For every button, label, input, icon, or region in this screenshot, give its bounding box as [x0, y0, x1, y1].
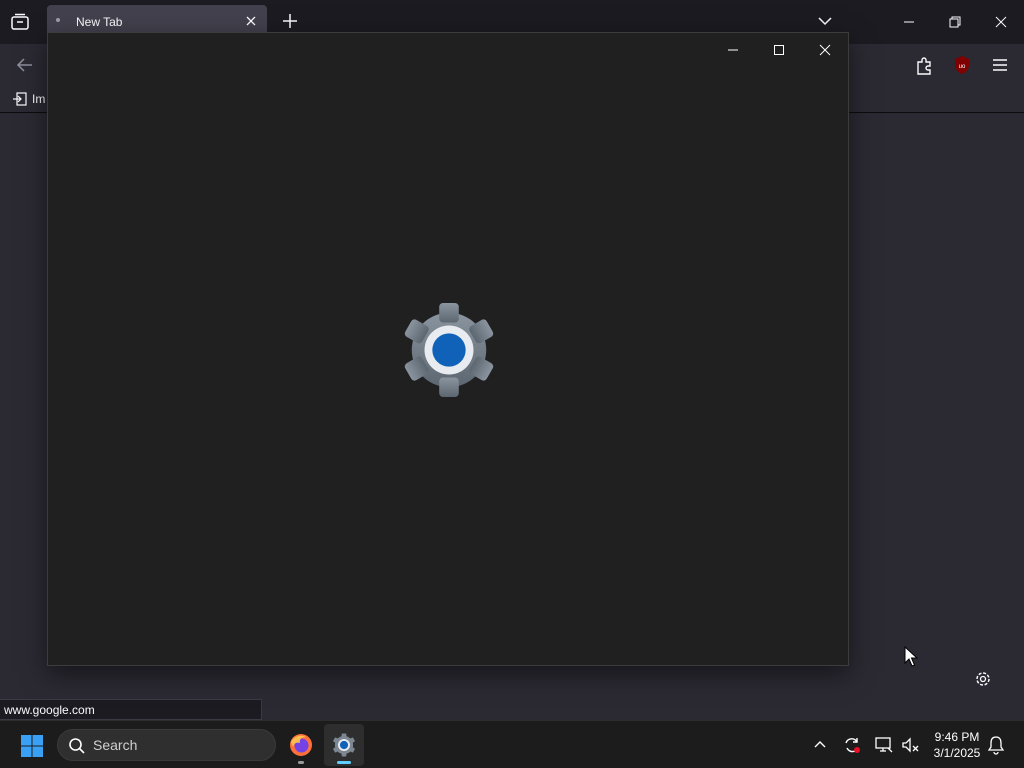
settings-active-indicator [337, 761, 351, 764]
settings-close-icon[interactable] [808, 39, 842, 61]
firefox-running-indicator [298, 761, 304, 764]
sync-update-icon[interactable] [842, 735, 862, 755]
taskbar-app-settings[interactable] [324, 724, 364, 766]
browser-restore-icon[interactable] [943, 10, 967, 34]
clock-time: 9:46 PM [934, 730, 980, 744]
settings-minimize-icon[interactable] [716, 39, 750, 61]
show-hidden-icons-chevron-icon[interactable] [811, 736, 829, 754]
taskbar-app-firefox[interactable] [281, 724, 321, 766]
clock-date: 3/1/2025 [933, 746, 981, 760]
search-label: Search [93, 737, 138, 753]
tab-favicon-icon [56, 18, 60, 22]
browser-close-icon[interactable] [989, 10, 1013, 34]
taskbar-search-box[interactable]: Search [57, 729, 276, 761]
back-arrow-icon[interactable] [14, 54, 36, 76]
firefox-icon [290, 734, 312, 756]
svg-text:uo: uo [959, 64, 966, 70]
tab-close-icon[interactable] [243, 13, 259, 29]
search-icon [69, 738, 85, 754]
notification-bell-icon[interactable] [987, 735, 1005, 755]
import-bookmarks-label[interactable]: Im [32, 92, 46, 106]
system-clock[interactable]: 9:46 PM 3/1/2025 [926, 729, 988, 761]
settings-gear-icon [404, 302, 494, 398]
settings-icon [333, 733, 355, 757]
windows-start-icon[interactable] [20, 734, 44, 758]
tab-title: New Tab [76, 15, 123, 29]
tab-list-icon[interactable] [9, 12, 31, 32]
settings-app-window [47, 32, 849, 666]
mouse-cursor-icon [904, 646, 918, 667]
extensions-puzzle-icon[interactable] [913, 54, 935, 76]
network-icon[interactable] [874, 735, 894, 755]
app-menu-hamburger-icon[interactable] [990, 56, 1010, 74]
taskbar: Search 9:46 PM 3/1/2025 [0, 720, 1024, 768]
new-tab-plus-icon[interactable] [281, 12, 299, 30]
settings-maximize-icon[interactable] [762, 39, 796, 61]
import-bookmarks-icon[interactable] [12, 91, 28, 107]
customize-new-tab-gear-icon[interactable] [973, 669, 993, 689]
browser-minimize-icon[interactable] [897, 10, 921, 34]
ublock-origin-icon[interactable]: uo [953, 54, 971, 76]
volume-muted-icon[interactable] [900, 735, 920, 755]
status-link-url: www.google.com [0, 699, 262, 720]
list-all-tabs-chevron-icon[interactable] [816, 13, 834, 29]
